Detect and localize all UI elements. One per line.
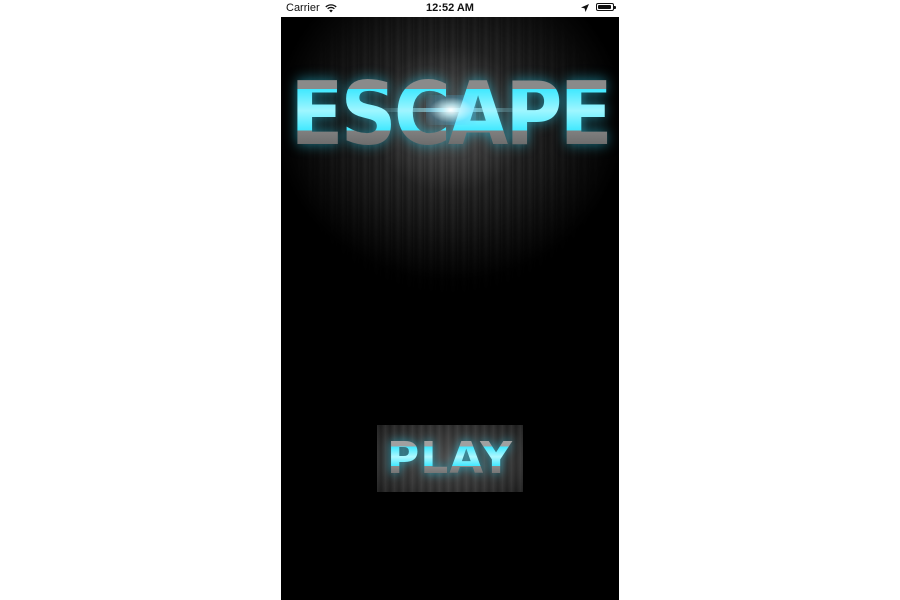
status-right-group: [581, 3, 616, 12]
play-button[interactable]: PLAY: [377, 425, 523, 492]
game-title: ESCAPE: [290, 64, 613, 166]
light-streaks: [281, 17, 619, 317]
app-window: Carrier 12:52 AM ESCAPE PLAY: [0, 0, 900, 600]
status-bar: Carrier 12:52 AM: [0, 0, 900, 17]
game-title-logo: ESCAPE: [290, 65, 613, 165]
game-screen: ESCAPE PLAY: [281, 17, 619, 600]
battery-icon: [596, 3, 616, 11]
location-arrow-icon: [581, 3, 589, 12]
play-button-label: PLAY: [387, 432, 513, 484]
status-time: 12:52 AM: [426, 2, 474, 14]
